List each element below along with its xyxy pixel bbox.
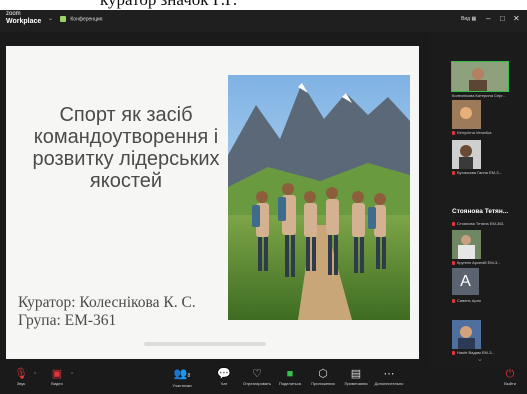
apps-label: Приложения [311,381,335,386]
participant-name-large: Стоянова Тетян... [452,208,509,215]
chat-button[interactable]: 💬 Чат [207,368,241,387]
apps-icon: ⬡ [318,368,328,380]
mic-muted-icon [452,170,455,175]
participant-video[interactable] [452,140,481,169]
minimize-button[interactable]: – [486,14,490,23]
zoom-window: zoom Workplace ⌄ Конференция Вид ▦ – □ ✕… [0,10,527,394]
view-label: Вид [461,16,471,22]
top-caption-text: куратор значок Г.Г. [0,0,527,10]
maximize-button[interactable]: □ [500,14,505,23]
share-button[interactable]: ■ Поделиться [273,368,307,387]
notes-button[interactable]: ▤ Примечания [339,368,373,387]
view-button[interactable]: Вид ▦ [461,16,476,22]
react-label: Отреагировать [243,381,271,386]
participant-name-0: Колеснікова Катерина Серг... [452,93,506,98]
participant-label: Колеснікова Катерина Серг... [452,93,524,99]
video-label: Видео [51,381,63,386]
heart-icon: ♡ [252,368,262,380]
video-options-caret[interactable]: ⌃ [70,372,74,378]
mic-muted-icon [452,298,455,303]
participants-button[interactable]: 👥8 Участники [165,368,199,389]
participant-name-6: Hasfe Вадим EM-3... [457,350,495,355]
caption-text: куратор значок Г.Г. [100,0,237,10]
more-label: Дополнительно [374,381,404,386]
leave-icon: ⏻ [505,368,515,380]
shield-icon [60,16,66,22]
participants-label: Участники [172,383,192,388]
close-button[interactable]: ✕ [513,14,520,23]
participant-label: Стоянова Тетяна EM-361 [452,221,524,227]
zoom-logo: zoom Workplace [6,11,41,25]
logo-workplace-text: Workplace [6,18,42,25]
curator-text: Куратор: Колеснікова К. С. [18,294,196,311]
grid-icon: ▦ [471,16,477,22]
slide-photo [228,75,410,320]
participant-video[interactable] [452,230,481,259]
meeting-info-button[interactable]: Конференция [60,16,102,22]
video-off-icon: ▣ [51,368,63,380]
notes-icon: ▤ [350,368,362,380]
participant-name-3: Стоянова Тетяна EM-361 [457,221,504,226]
chevron-down-icon[interactable]: ⌄ [48,15,53,22]
participant-label: Бутасьєва Ганна EM-3... [452,170,524,176]
share-label: Поделиться [278,381,302,386]
participant-video[interactable] [452,100,481,129]
more-icon: ⋯ [383,368,395,380]
slide-title: Спорт як засіб командоутворення і розвит… [32,104,220,192]
audio-label: Звук [16,381,26,386]
mic-muted-icon [452,260,455,265]
avatar[interactable]: A [452,268,479,295]
participant-label: Kirnychna Veronika [452,130,524,136]
logo-zoom-text: zoom [6,11,21,17]
chat-icon: 💬 [217,368,231,380]
slide-scrollbar[interactable] [144,342,266,346]
participant-name-1: Kirnychna Veronika [457,130,492,135]
share-screen-icon: ■ [286,368,294,380]
participant-name-4: Крупнін Арсеній EM-3... [457,260,501,265]
title-bar: zoom Workplace ⌄ Конференция Вид ▦ – □ ✕ [0,10,527,32]
participant-name-5: Сивень Арно [457,298,482,303]
audio-options-caret[interactable]: ⌃ [33,372,37,378]
participants-count: 8 [187,373,191,379]
participant-label: Крупнін Арсеній EM-3... [452,260,524,266]
leave-button[interactable]: ⏻ Выйти [493,368,527,387]
leave-label: Выйти [504,381,516,386]
mic-muted-icon [452,221,455,226]
notes-label: Примечания [344,381,368,386]
meeting-title: Конференция [70,16,103,23]
chevron-down-icon[interactable]: ⌄ [477,355,483,363]
chat-label: Чат [220,381,228,386]
participant-video-active[interactable] [451,61,509,92]
participant-name-2: Бутасьєва Ганна EM-3... [457,170,502,175]
more-button[interactable]: ⋯ Дополнительно [372,368,406,387]
mic-muted-icon [452,350,455,355]
mic-muted-icon [452,130,455,135]
apps-button[interactable]: ⬡ Приложения [306,368,340,387]
shared-slide: Спорт як засіб командоутворення і розвит… [6,46,419,359]
participant-label: Сивень Арно [452,298,524,304]
participant-video[interactable] [452,320,481,349]
people-icon: 👥8 [173,368,191,380]
meeting-toolbar: 🎙 Звук ⌃ ▣ Видео ⌃ 👥8 Участники 💬 Чат ♡ … [0,367,527,394]
participants-panel: Колеснікова Катерина Серг... Kirnychna V… [428,32,527,367]
react-button[interactable]: ♡ Отреагировать [240,368,274,387]
participant-label: Hasfe Вадим EM-3... [452,350,524,356]
video-button[interactable]: ▣ Видео [40,368,74,387]
group-text: Група: ЕМ-361 [18,312,117,329]
